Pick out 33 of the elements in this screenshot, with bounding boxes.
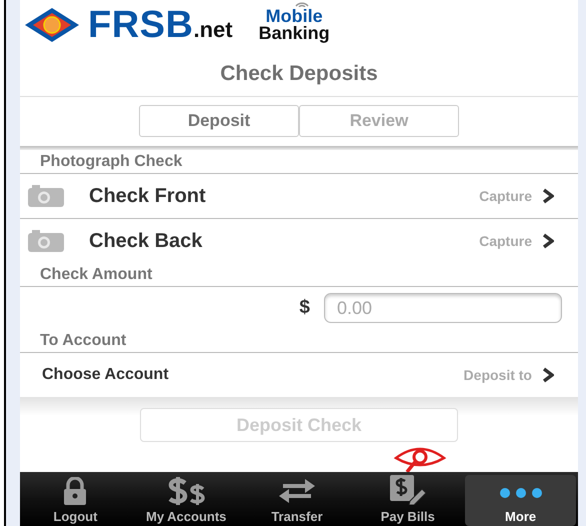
tab-bar-item[interactable]: My Accounts xyxy=(130,472,242,526)
amount-field[interactable]: 0.00 xyxy=(324,293,562,323)
row-label[interactable]: Check Front xyxy=(89,184,480,208)
tab-bar-item[interactable]: Logout xyxy=(20,472,131,526)
brand-name: FRSB xyxy=(88,4,194,46)
eye-search-icon xyxy=(393,446,447,472)
page-title: Check Deposits xyxy=(220,61,378,87)
row-label[interactable]: Choose Account xyxy=(42,366,464,384)
bill-icon xyxy=(390,475,426,505)
tagline: Mobile xyxy=(266,8,323,25)
dollar-icon xyxy=(166,477,206,505)
row-value: Deposit to xyxy=(464,367,532,383)
logo-icon xyxy=(24,7,80,43)
tab-bar-item[interactable]: More xyxy=(465,475,576,526)
chevron-icon xyxy=(542,233,554,249)
tab-bar-item[interactable]: Transfer xyxy=(242,472,352,526)
segment-tab[interactable]: Deposit xyxy=(139,105,299,137)
lock-icon xyxy=(63,477,88,505)
row-label[interactable]: Check Back xyxy=(89,230,480,252)
chevron-icon xyxy=(542,188,554,204)
currency-sign: $ xyxy=(299,297,310,319)
section-heading: To Account xyxy=(20,329,578,353)
signal-icon xyxy=(294,0,310,7)
more-icon xyxy=(498,487,543,499)
transfer-icon xyxy=(276,477,317,505)
brand-suffix: .net xyxy=(193,16,233,42)
section-heading: Check Amount xyxy=(20,263,578,287)
chevron-icon xyxy=(542,367,554,383)
camera-icon xyxy=(28,185,64,207)
camera-icon xyxy=(28,230,64,252)
tab-bar-item[interactable]: Pay Bills xyxy=(352,472,464,526)
section-heading: Photograph Check xyxy=(20,150,578,174)
tagline: Banking xyxy=(258,25,330,42)
